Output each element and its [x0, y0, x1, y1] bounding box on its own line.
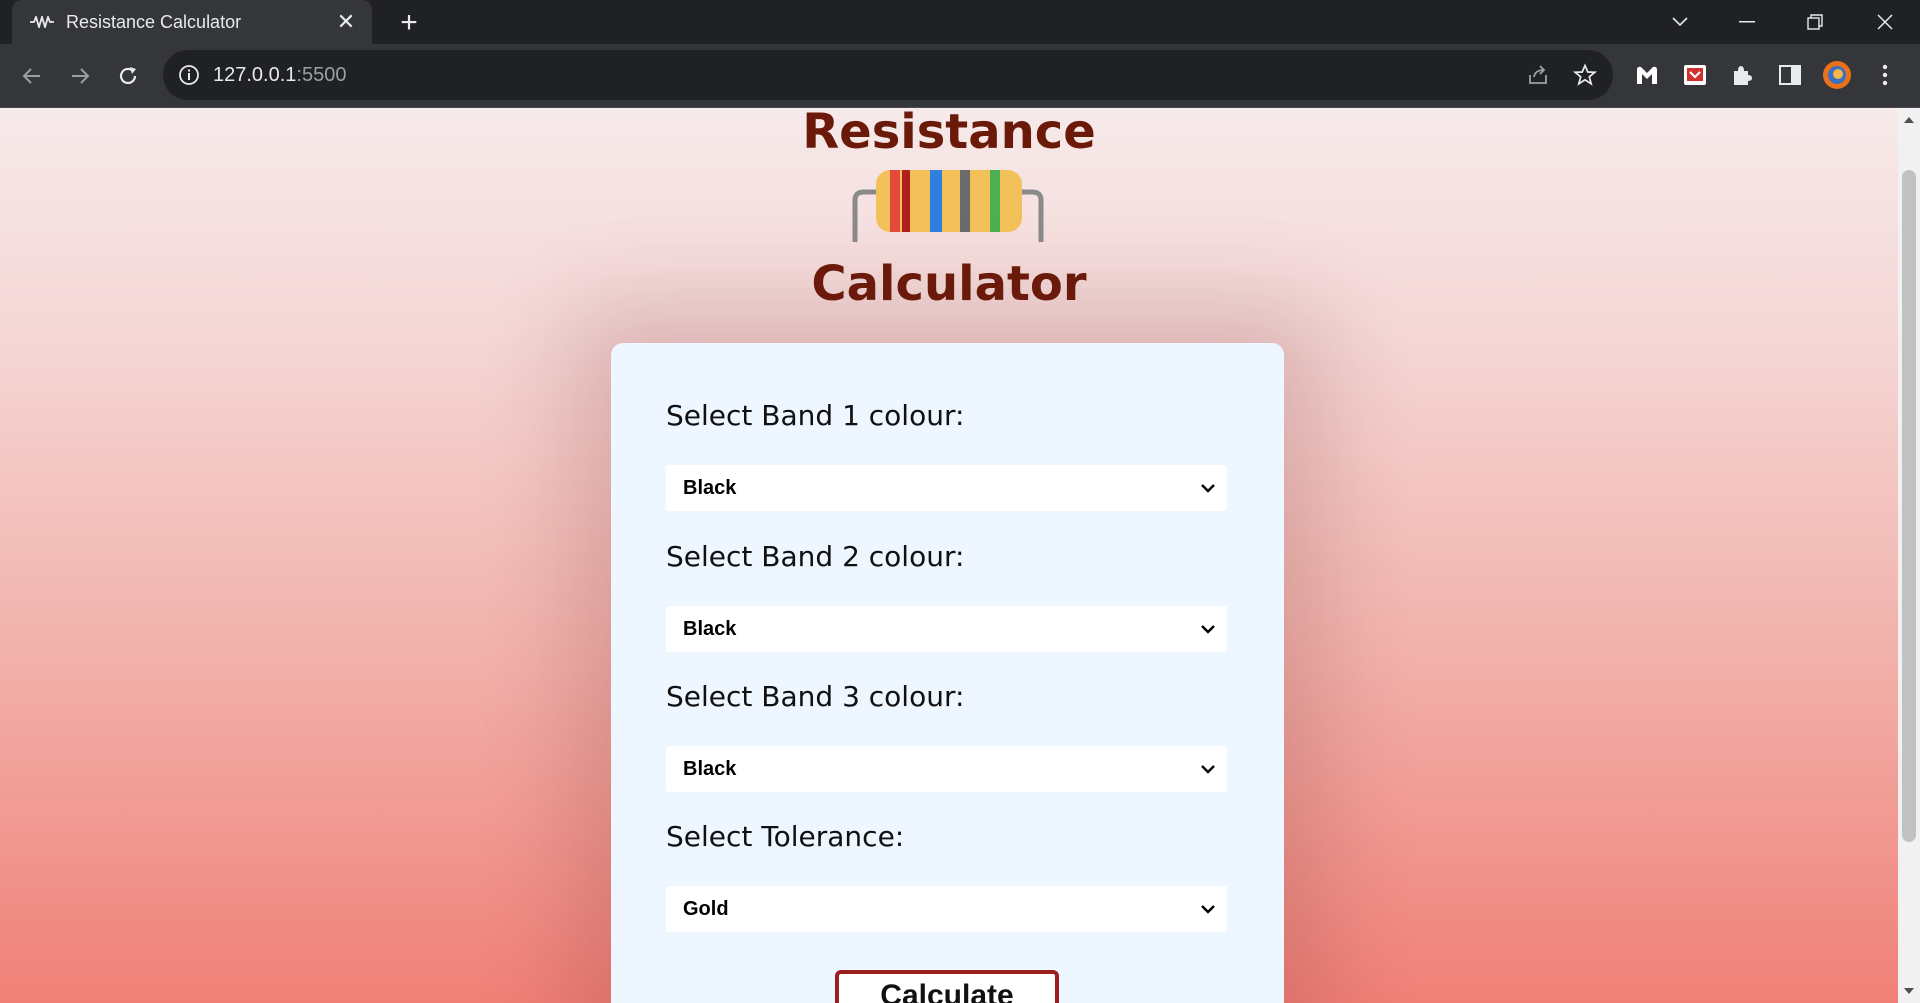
chevron-down-icon — [1201, 905, 1215, 914]
tab-resistance-calculator[interactable]: Resistance Calculator ✕ — [12, 0, 372, 44]
tab-strip: Resistance Calculator ✕ + — [0, 0, 1920, 44]
url-text: 127.0.0.1:5500 — [213, 64, 347, 86]
sidepanel-icon[interactable] — [1775, 60, 1805, 90]
new-tab-button[interactable]: + — [392, 6, 426, 40]
chevron-down-icon — [1201, 484, 1215, 493]
close-tab-icon[interactable]: ✕ — [332, 9, 360, 35]
star-icon[interactable] — [1572, 63, 1598, 87]
chevron-down-icon — [1201, 765, 1215, 774]
page-scrollbar[interactable] — [1898, 108, 1920, 1003]
scroll-down-icon[interactable] — [1903, 985, 1915, 997]
band3-value: Black — [683, 758, 737, 780]
close-window-icon[interactable] — [1857, 0, 1913, 44]
address-bar[interactable]: 127.0.0.1:5500 — [163, 50, 1613, 100]
forward-icon[interactable] — [62, 58, 98, 94]
band1-label: Select Band 1 colour: — [666, 399, 965, 432]
band2-value: Black — [683, 618, 737, 640]
resistor-favicon-icon — [30, 10, 54, 34]
calculator-card: Select Band 1 colour: Black Select Band … — [611, 343, 1284, 1003]
browser-toolbar: 127.0.0.1:5500 — [0, 44, 1920, 108]
band1-select[interactable]: Black — [666, 465, 1227, 511]
back-icon[interactable] — [14, 58, 50, 94]
band3-label: Select Band 3 colour: — [666, 680, 965, 713]
scrollbar-thumb[interactable] — [1902, 170, 1916, 842]
scroll-up-icon[interactable] — [1903, 114, 1915, 126]
puzzle-icon[interactable] — [1727, 60, 1757, 90]
profile-avatar[interactable] — [1822, 60, 1852, 90]
band3-select[interactable]: Black — [666, 746, 1227, 792]
tolerance-select[interactable]: Gold — [666, 886, 1227, 932]
resistor-icon — [852, 170, 1044, 242]
band2-select[interactable]: Black — [666, 606, 1227, 652]
tolerance-label: Select Tolerance: — [666, 820, 905, 853]
band1-value: Black — [683, 477, 737, 499]
page-title-top: Resistance — [802, 108, 1096, 160]
calculate-button[interactable]: Calculate — [835, 970, 1059, 1003]
tab-search-icon[interactable] — [1652, 0, 1708, 44]
page-viewport: Resistance Calculator Select Band 1 colo… — [0, 108, 1898, 1003]
reload-icon[interactable] — [110, 58, 146, 94]
info-icon[interactable] — [177, 63, 201, 87]
page-title-bottom: Calculator — [811, 256, 1087, 312]
menu-kebab-icon[interactable] — [1870, 60, 1900, 90]
pocket-icon[interactable] — [1680, 60, 1710, 90]
malwarebytes-icon[interactable] — [1632, 60, 1662, 90]
restore-icon[interactable] — [1787, 0, 1843, 44]
band2-label: Select Band 2 colour: — [666, 540, 965, 573]
chevron-down-icon — [1201, 625, 1215, 634]
tolerance-value: Gold — [683, 898, 729, 920]
minimize-icon[interactable] — [1719, 0, 1775, 44]
tab-title: Resistance Calculator — [66, 11, 242, 32]
share-icon[interactable] — [1526, 63, 1550, 87]
